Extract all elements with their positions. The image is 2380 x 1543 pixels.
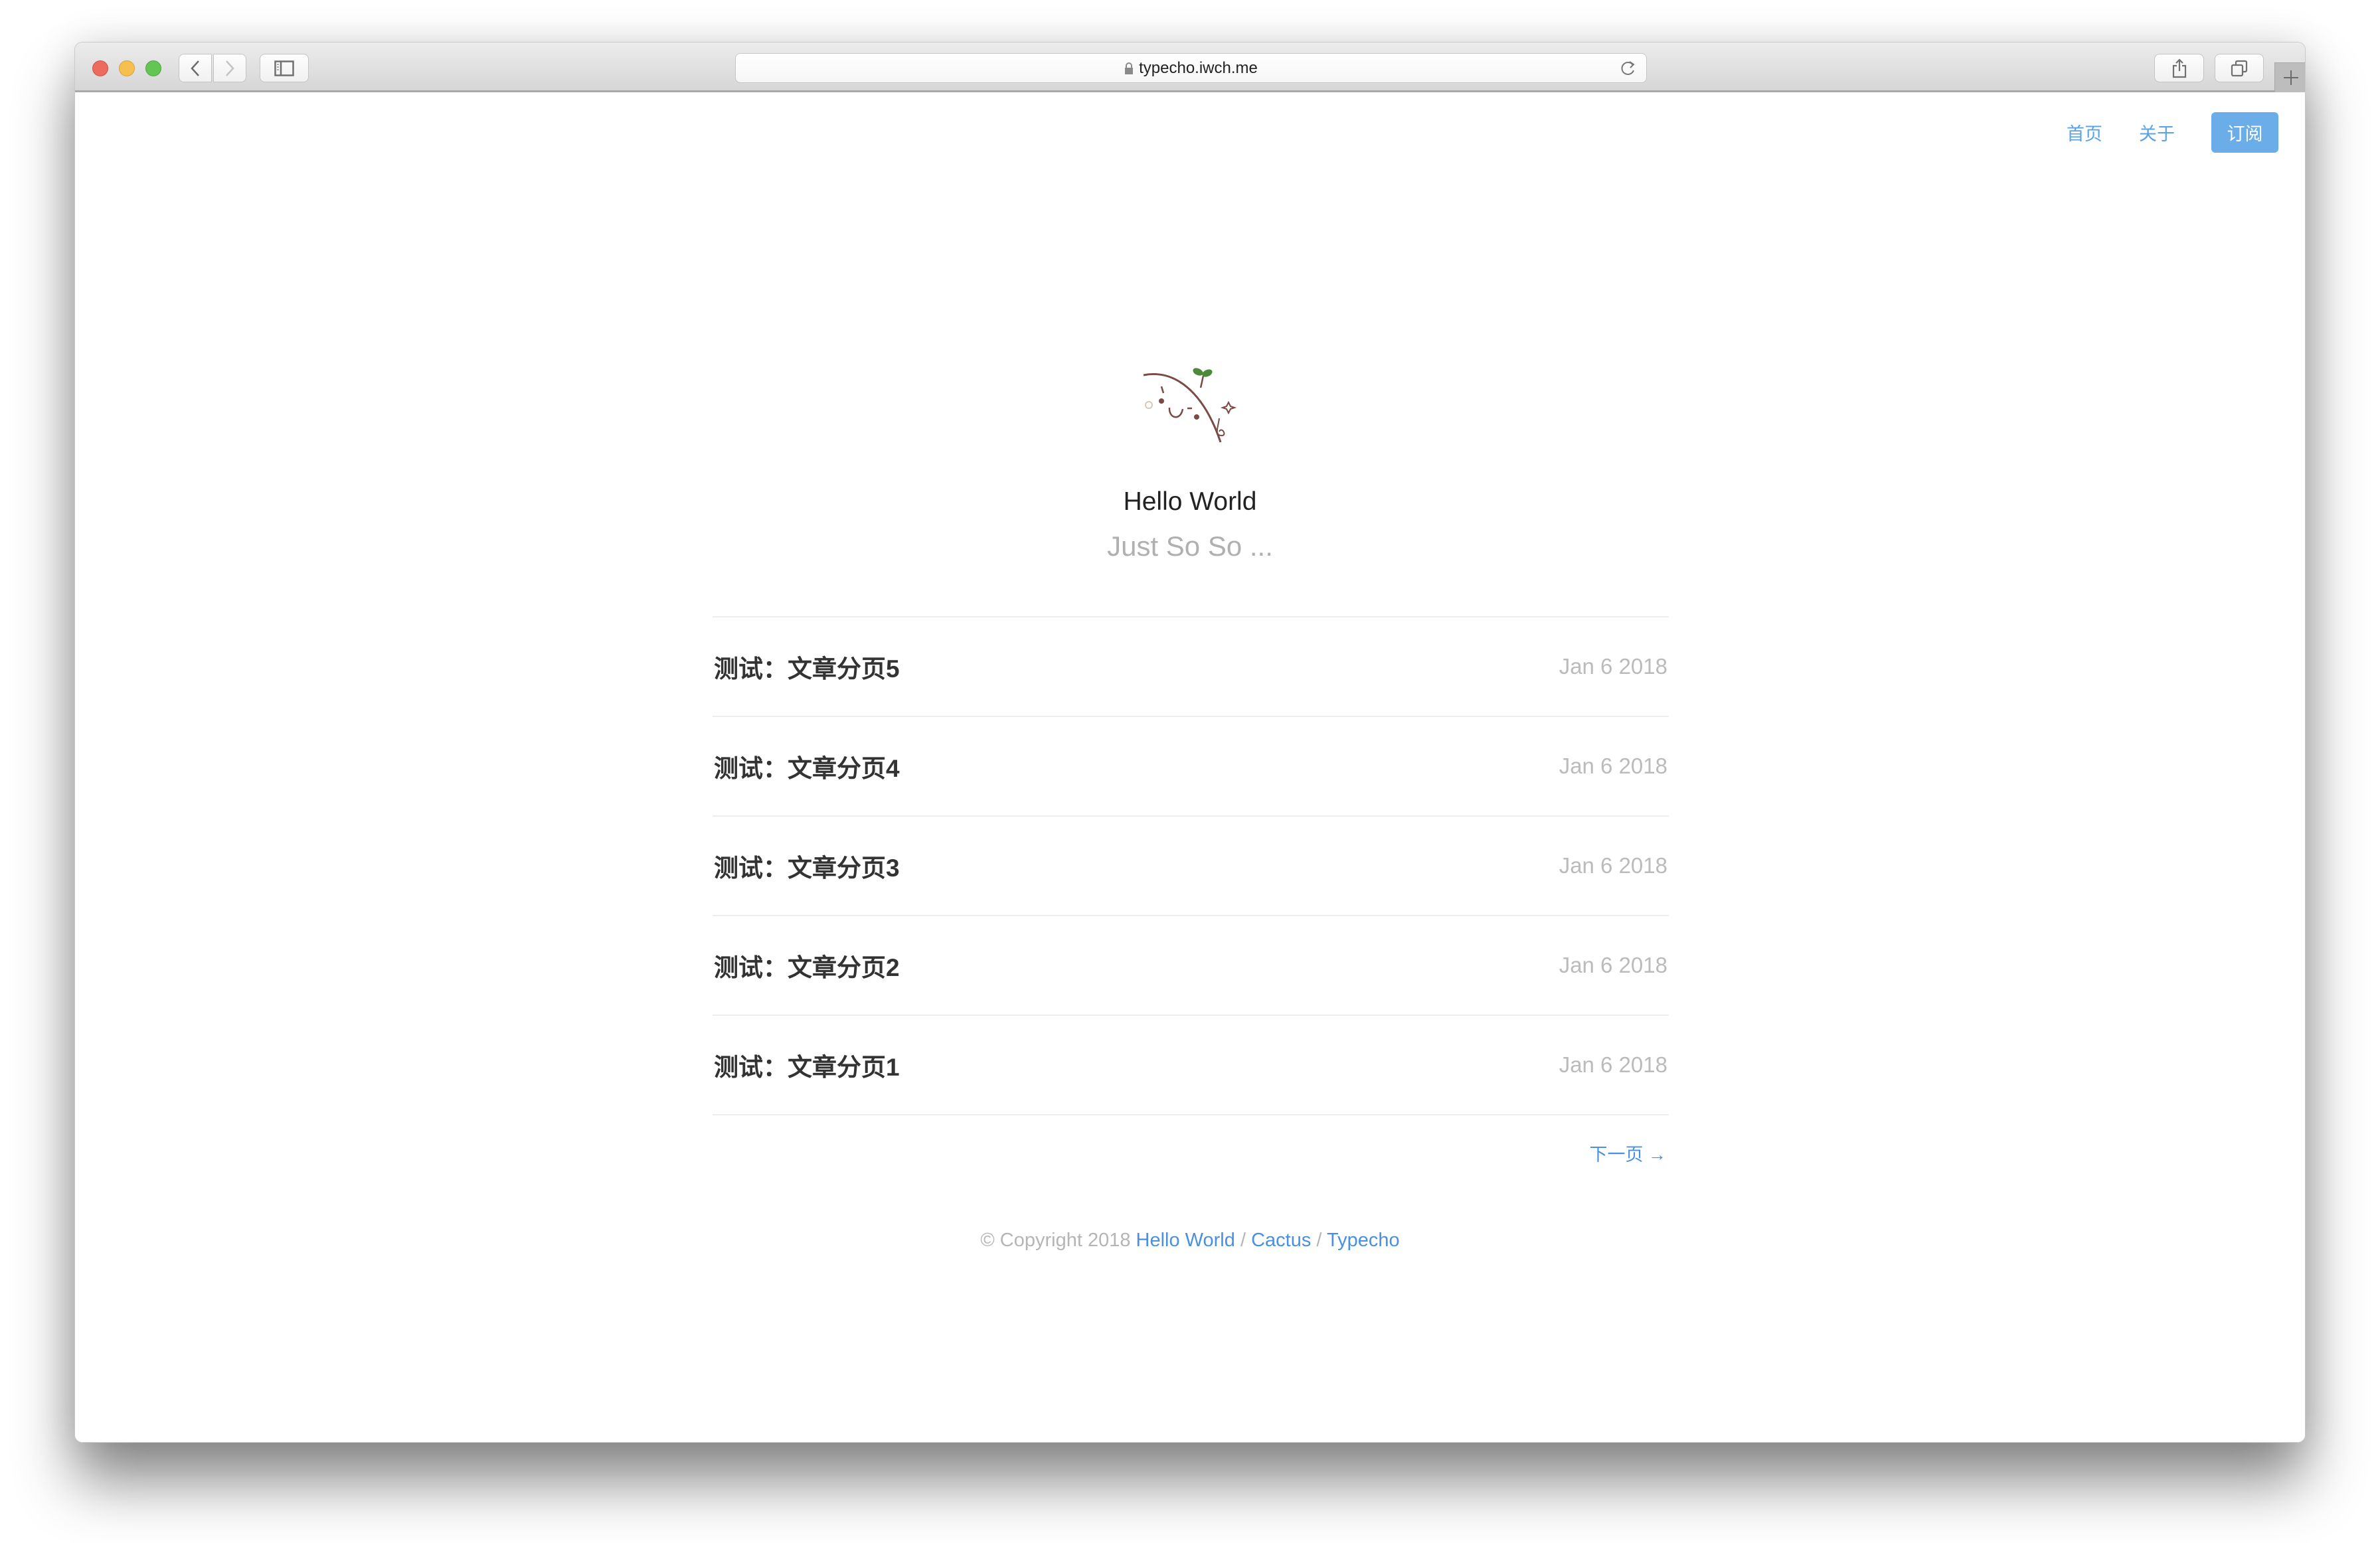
avatar-image [1143,368,1237,443]
post-date: Jan 6 2018 [1559,953,1667,977]
post-title-link[interactable]: 测试：文章分页3 [713,848,900,884]
nav-about-link[interactable]: 关于 [2139,120,2175,145]
nav-home-link[interactable]: 首页 [2067,120,2102,145]
post-item: 测试：文章分页3 Jan 6 2018 [713,817,1669,916]
footer-separator: / [1316,1230,1322,1251]
post-date: Jan 6 2018 [1559,754,1667,778]
site-avatar[interactable] [1140,363,1242,465]
sidebar-icon [274,60,294,76]
minimize-window-button[interactable] [119,60,135,76]
zoom-window-button[interactable] [145,60,161,76]
copyright-text: © Copyright 2018 [980,1230,1131,1251]
back-button[interactable] [179,54,212,82]
post-item: 测试：文章分页2 Jan 6 2018 [713,916,1669,1016]
forward-button[interactable] [213,54,246,82]
page-content: 首页 关于 订阅 Hello World Just So So ... 测试：文… [75,92,2305,1442]
next-page-link[interactable]: 下一页 → [1589,1145,1666,1165]
post-title-link[interactable]: 测试：文章分页5 [713,649,900,685]
reload-icon[interactable] [1620,60,1637,77]
post-date: Jan 6 2018 [1559,853,1667,878]
footer-separator: / [1240,1230,1246,1251]
post-title-link[interactable]: 测试：文章分页2 [713,947,900,983]
lock-icon [1125,62,1134,74]
pagination: 下一页 → [713,1140,1666,1166]
share-button[interactable] [2154,54,2204,82]
top-nav: 首页 关于 订阅 [2067,112,2278,153]
chevron-right-icon [226,60,234,76]
address-bar[interactable]: typecho.iwch.me [735,53,1647,83]
post-list: 测试：文章分页5 Jan 6 2018 测试：文章分页4 Jan 6 2018 … [713,616,1669,1115]
share-icon [2172,58,2186,78]
plus-icon [2283,70,2298,85]
footer-link-typecho[interactable]: Typecho [1327,1230,1400,1251]
post-title-link[interactable]: 测试：文章分页4 [713,748,900,784]
post-title-link[interactable]: 测试：文章分页1 [713,1047,900,1083]
site-description: Just So So ... [1107,530,1273,562]
footer: © Copyright 2018 Hello World / Cactus / … [75,1230,2305,1252]
browser-toolbar: typecho.iwch.me [75,42,2305,92]
site-title[interactable]: Hello World [75,487,2305,517]
browser-window: typecho.iwch.me 首页 关于 订阅 Hello World Jus… [74,42,2306,1443]
tabs-overview-button[interactable] [2215,54,2264,82]
post-item: 测试：文章分页4 Jan 6 2018 [713,717,1669,817]
post-date: Jan 6 2018 [1559,1052,1667,1077]
subscribe-button[interactable]: 订阅 [2211,112,2278,153]
new-tab-button[interactable] [2274,62,2305,92]
post-item: 测试：文章分页1 Jan 6 2018 [713,1016,1669,1115]
post-date: Jan 6 2018 [1559,654,1667,679]
close-window-button[interactable] [92,60,108,76]
sidebar-button[interactable] [260,54,309,82]
footer-link-theme[interactable]: Cactus [1251,1230,1311,1251]
url-text: typecho.iwch.me [1139,58,1258,77]
chevron-left-icon [191,60,199,76]
tabs-icon [2231,60,2248,76]
post-item: 测试：文章分页5 Jan 6 2018 [713,617,1669,717]
footer-link-site[interactable]: Hello World [1136,1230,1235,1251]
